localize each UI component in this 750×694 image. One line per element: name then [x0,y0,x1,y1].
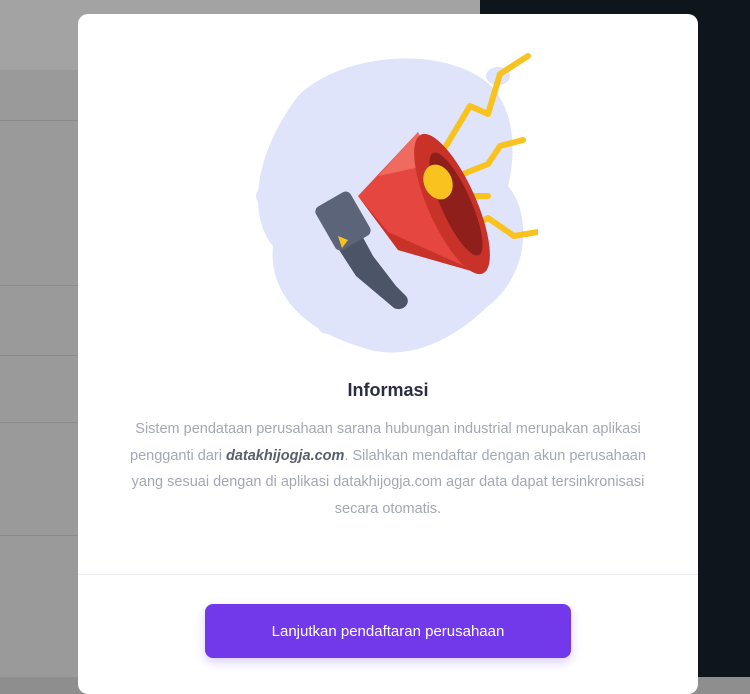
background-divider [0,285,80,286]
background-divider [0,355,80,356]
modal-message: Sistem pendataan perusahaan sarana hubun… [118,416,658,522]
modal-divider [78,574,698,575]
modal-title: Informasi [347,380,429,400]
info-modal: Informasi Sistem pendataan perusahaan sa… [78,14,698,694]
megaphone-icon [256,53,538,353]
continue-registration-button[interactable]: Lanjutkan pendaftaran perusahaan [205,604,571,658]
site-name: datakhijogja.com [225,447,345,464]
background-divider [0,422,80,423]
background-divider [0,120,80,121]
background-divider [0,535,80,536]
